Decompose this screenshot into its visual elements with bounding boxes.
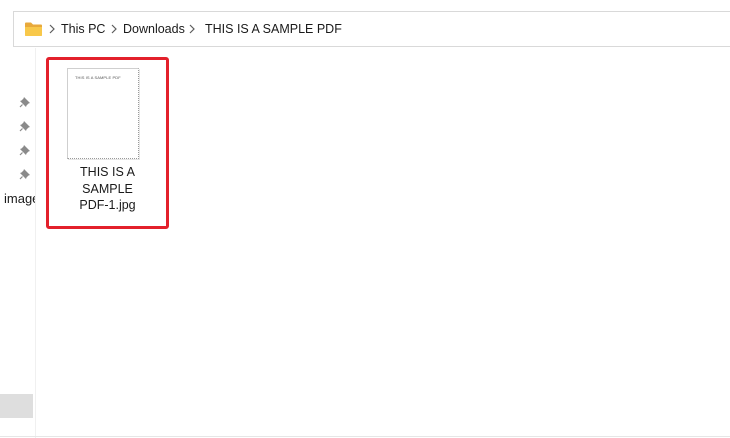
pin-icon[interactable]: [19, 168, 31, 180]
file-item[interactable]: THIS IS A SAMPLE PDF THIS IS A SAMPLE PD…: [46, 57, 169, 229]
nav-item-selected[interactable]: [0, 394, 33, 418]
folder-icon: [25, 22, 42, 36]
chevron-right-icon[interactable]: [110, 23, 118, 35]
file-name-label: THIS IS A SAMPLE PDF-1.jpg: [49, 164, 166, 214]
breadcrumb-current-folder[interactable]: THIS IS A SAMPLE PDF: [205, 21, 342, 37]
thumbnail-text: THIS IS A SAMPLE PDF: [75, 75, 121, 80]
pin-icon[interactable]: [19, 120, 31, 132]
file-name-line: PDF-1.jpg: [79, 198, 136, 212]
breadcrumb-this-pc[interactable]: This PC: [61, 21, 105, 37]
chevron-right-icon[interactable]: [188, 23, 196, 35]
file-name-line: THIS IS A: [80, 165, 135, 179]
address-bar[interactable]: This PC Downloads THIS IS A SAMPLE PDF: [13, 11, 730, 47]
file-thumbnail: THIS IS A SAMPLE PDF: [67, 68, 139, 159]
pin-icon[interactable]: [19, 144, 31, 156]
breadcrumb-downloads[interactable]: Downloads: [123, 21, 185, 37]
navigation-pane: image: [0, 48, 36, 438]
nav-item-label[interactable]: image: [4, 191, 35, 207]
window-bottom-border: [0, 436, 730, 437]
pin-icon[interactable]: [19, 96, 31, 108]
file-name-line: SAMPLE: [82, 181, 133, 196]
file-explorer-window: This PC Downloads THIS IS A SAMPLE PDF i…: [0, 0, 730, 438]
chevron-right-icon[interactable]: [48, 23, 56, 35]
